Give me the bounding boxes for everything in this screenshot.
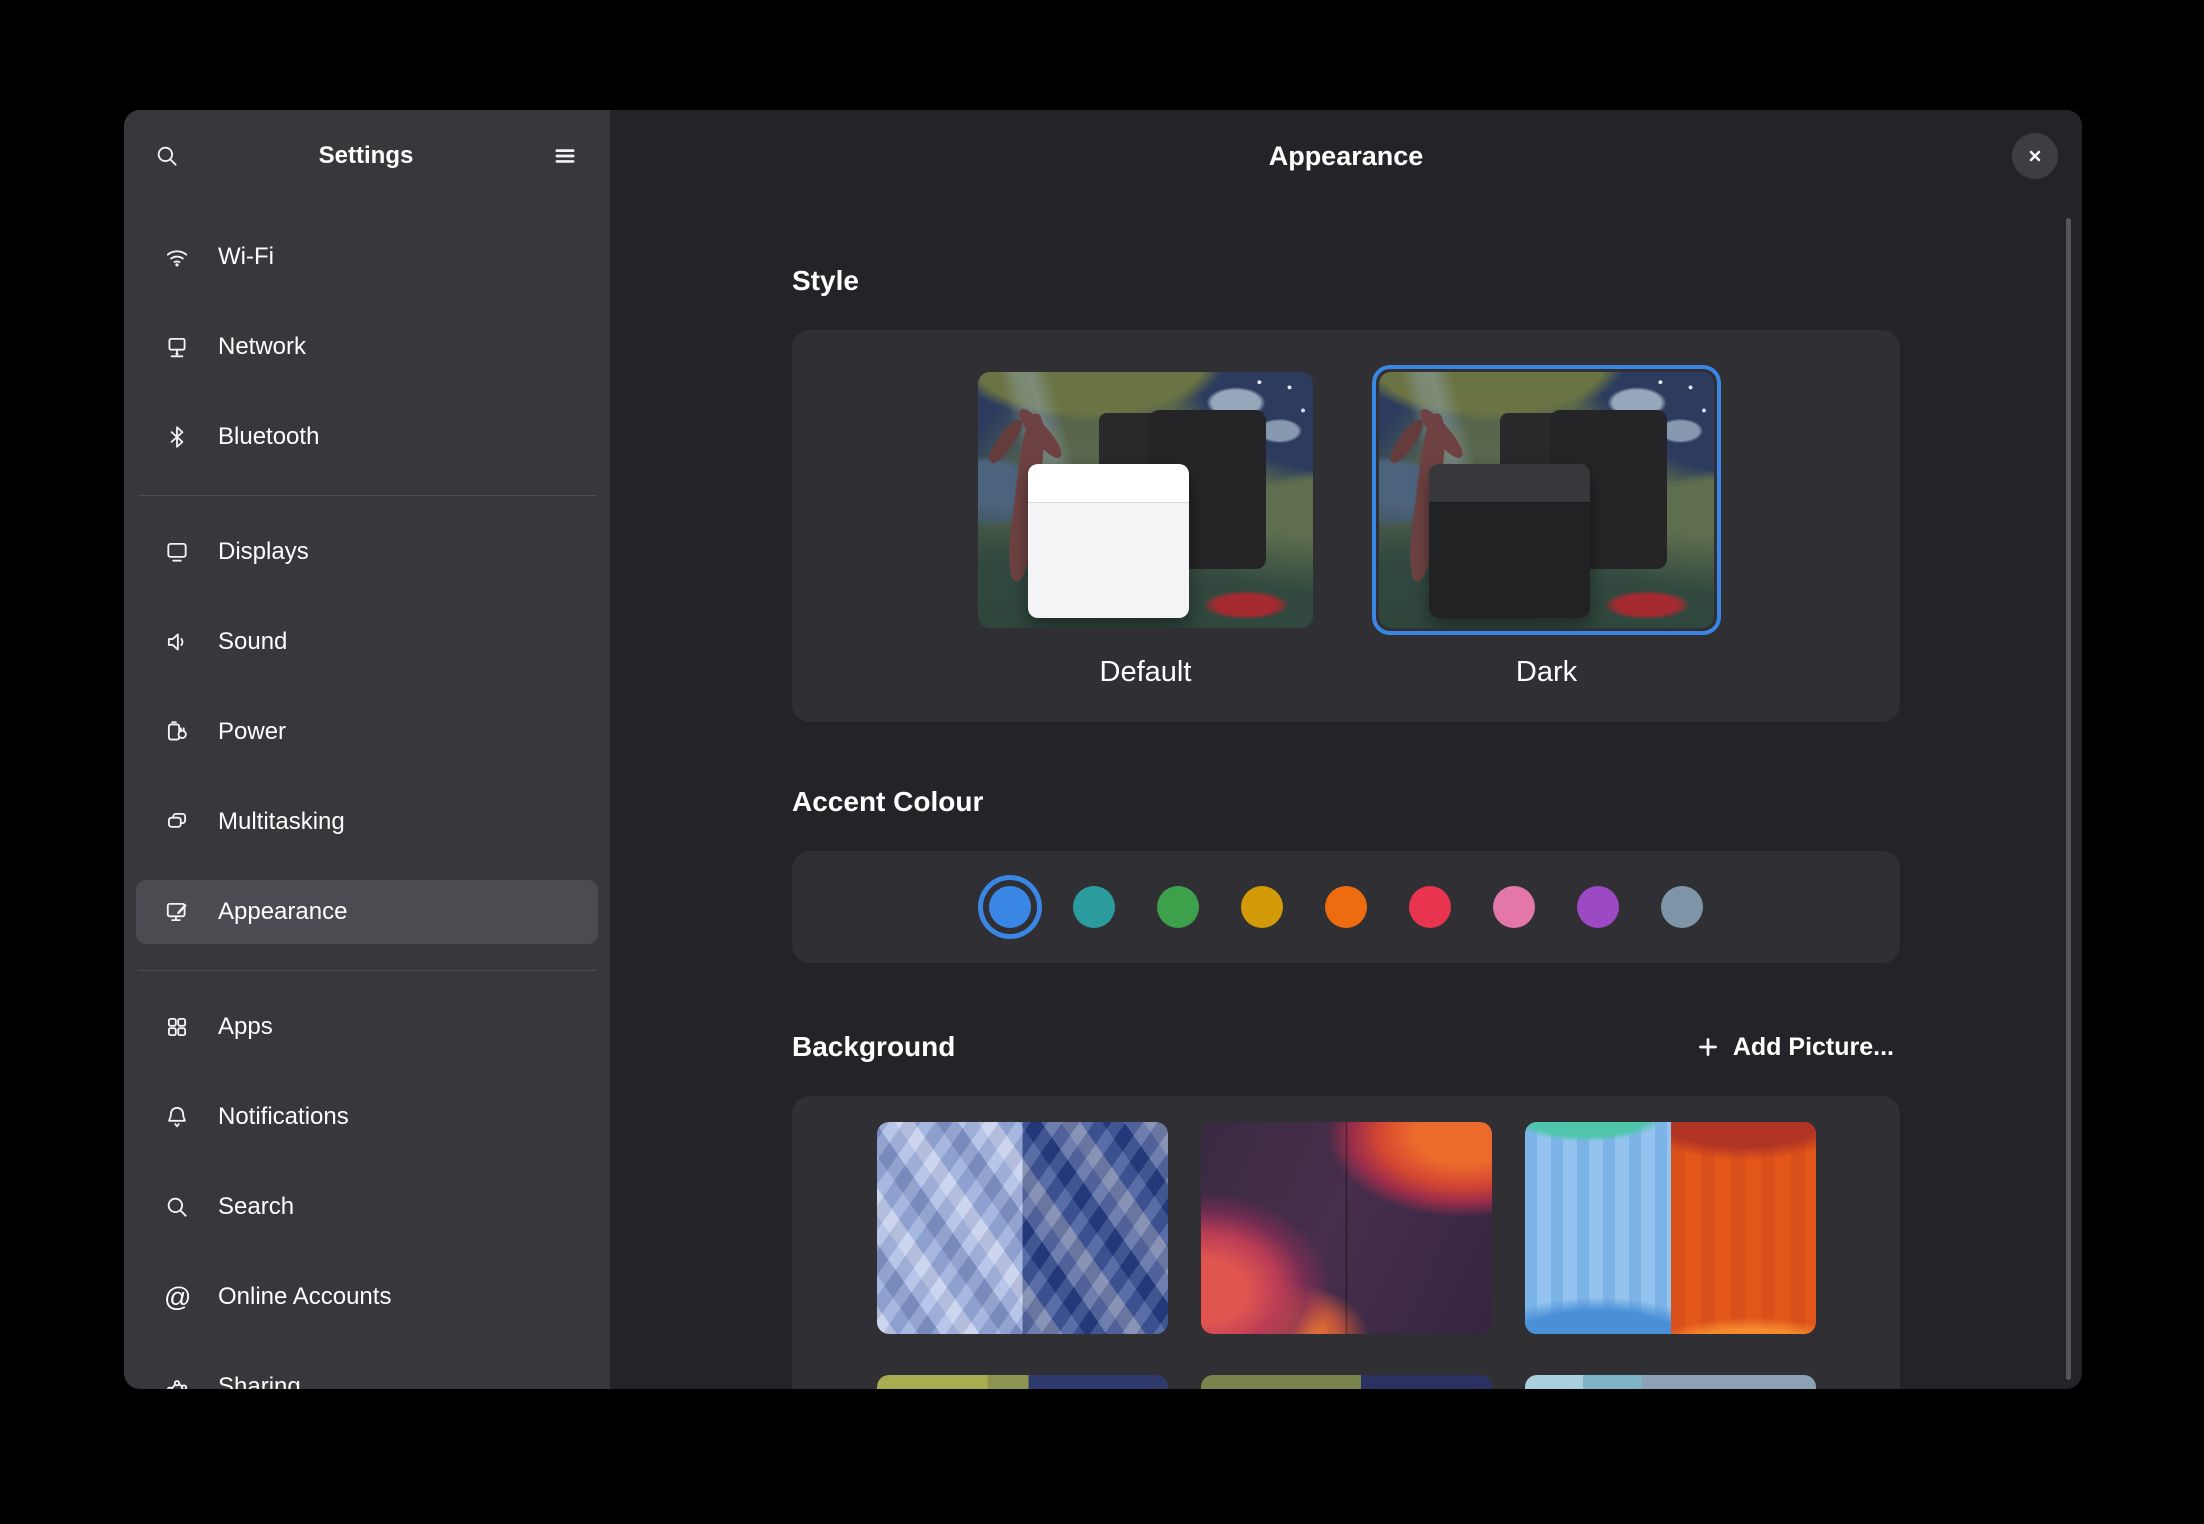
sidebar-item-displays[interactable]: Displays — [136, 520, 598, 584]
accent-swatch-purple[interactable] — [1577, 886, 1619, 928]
sidebar-item-search[interactable]: Search — [136, 1175, 598, 1239]
add-picture-label: Add Picture... — [1733, 1033, 1894, 1062]
style-option-default[interactable]: Default — [971, 372, 1320, 722]
sidebar-item-label: Wi-Fi — [218, 243, 274, 271]
power-icon — [164, 719, 190, 745]
style-default-frame — [971, 365, 1320, 635]
wifi-icon — [164, 244, 190, 270]
style-dark-frame-selected — [1372, 365, 1721, 635]
sidebar-item-label: Search — [218, 1193, 294, 1221]
accent-swatch-green[interactable] — [1157, 886, 1199, 928]
style-option-dark[interactable]: Dark — [1372, 372, 1721, 722]
style-default-preview — [978, 372, 1313, 628]
sharing-icon — [164, 1374, 190, 1389]
network-icon — [164, 334, 190, 360]
sidebar-item-label: Displays — [218, 538, 309, 566]
apps-icon — [164, 1014, 190, 1040]
style-dark-label: Dark — [1516, 656, 1577, 689]
plus-icon — [1695, 1034, 1721, 1060]
sidebar-item-label: Network — [218, 333, 306, 361]
sidebar-item-power[interactable]: Power — [136, 700, 598, 764]
close-button[interactable] — [2012, 133, 2058, 179]
sidebar-nav: Wi-Fi Network Bluetooth Displays Sound Power M… — [124, 225, 610, 1389]
sidebar-item-online-accounts[interactable]: @ Online Accounts — [136, 1265, 598, 1329]
sidebar-item-label: Power — [218, 718, 286, 746]
sidebar-item-label: Sound — [218, 628, 287, 656]
sidebar-item-label: Multitasking — [218, 808, 345, 836]
sidebar-item-apps[interactable]: Apps — [136, 995, 598, 1059]
wallpaper-thumb-keys-split[interactable] — [877, 1375, 1168, 1389]
accent-heading: Accent Colour — [792, 786, 1900, 818]
wallpaper-row — [877, 1375, 1815, 1389]
wallpaper-row — [877, 1122, 1815, 1334]
notifications-icon — [164, 1104, 190, 1130]
background-card — [792, 1096, 1900, 1389]
sidebar-item-label: Notifications — [218, 1103, 349, 1131]
sidebar-item-wi-fi[interactable]: Wi-Fi — [136, 225, 598, 289]
wallpaper-thumb-drips-split[interactable] — [1525, 1122, 1816, 1334]
wallpaper-thumb-pixels-night[interactable] — [1201, 1375, 1492, 1389]
page-title: Appearance — [610, 110, 2082, 202]
wallpaper-thumb-magma-waves[interactable] — [1201, 1122, 1492, 1334]
sidebar-item-label: Bluetooth — [218, 423, 319, 451]
sidebar-item-sound[interactable]: Sound — [136, 610, 598, 674]
close-icon — [2023, 144, 2047, 168]
search-icon[interactable] — [154, 143, 180, 169]
background-heading: Background — [792, 1031, 955, 1063]
appearance-icon — [164, 899, 190, 925]
multitasking-icon — [164, 809, 190, 835]
sidebar-item-label: Online Accounts — [218, 1283, 391, 1311]
scrollbar[interactable] — [2066, 218, 2071, 1380]
add-picture-button[interactable]: Add Picture... — [1689, 1033, 1900, 1062]
accent-swatch-slate[interactable] — [1661, 886, 1703, 928]
hamburger-menu-icon[interactable] — [552, 143, 578, 169]
style-card: Default — [792, 330, 1900, 722]
sidebar-item-multitasking[interactable]: Multitasking — [136, 790, 598, 854]
sidebar: Settings Wi-Fi Network Bluetooth Displays So… — [124, 110, 610, 1389]
main-panel: Appearance Style — [610, 110, 2082, 1389]
headerbar: Appearance — [610, 110, 2082, 202]
sidebar-item-label: Appearance — [218, 898, 347, 926]
search-icon — [164, 1194, 190, 1220]
sidebar-item-sharing[interactable]: Sharing — [136, 1355, 598, 1389]
wallpaper-thumb-glacier[interactable] — [1525, 1375, 1816, 1389]
accent-swatch-teal[interactable] — [1073, 886, 1115, 928]
sidebar-item-bluetooth[interactable]: Bluetooth — [136, 405, 598, 469]
settings-window: Settings Wi-Fi Network Bluetooth Displays So… — [124, 110, 2082, 1389]
mock-window-dark — [1429, 464, 1590, 618]
style-heading: Style — [792, 265, 1900, 297]
sidebar-header: Settings — [124, 124, 610, 188]
accent-swatch-blue[interactable] — [989, 886, 1031, 928]
background-heading-row: Background Add Picture... — [792, 1031, 1900, 1063]
wallpaper-thumb-blue-geometric[interactable] — [877, 1122, 1168, 1334]
mock-window-light — [1028, 464, 1189, 618]
sound-icon — [164, 629, 190, 655]
accent-swatch-red[interactable] — [1409, 886, 1451, 928]
sidebar-title: Settings — [180, 142, 552, 170]
sidebar-divider — [138, 495, 596, 496]
sidebar-item-label: Apps — [218, 1013, 273, 1041]
sidebar-item-label: Sharing — [218, 1373, 301, 1389]
sidebar-item-appearance[interactable]: Appearance — [136, 880, 598, 944]
accent-colour-card — [792, 851, 1900, 963]
bluetooth-icon — [164, 424, 190, 450]
online-accounts-icon: @ — [164, 1284, 190, 1310]
accent-swatch-pink[interactable] — [1493, 886, 1535, 928]
content-scroll[interactable]: Style — [610, 202, 2082, 1389]
accent-swatch-yellow[interactable] — [1241, 886, 1283, 928]
accent-swatch-orange[interactable] — [1325, 886, 1367, 928]
sidebar-item-notifications[interactable]: Notifications — [136, 1085, 598, 1149]
sidebar-divider — [138, 970, 596, 971]
style-dark-preview — [1379, 372, 1714, 628]
style-default-label: Default — [1100, 656, 1192, 689]
displays-icon — [164, 539, 190, 565]
sidebar-item-network[interactable]: Network — [136, 315, 598, 379]
